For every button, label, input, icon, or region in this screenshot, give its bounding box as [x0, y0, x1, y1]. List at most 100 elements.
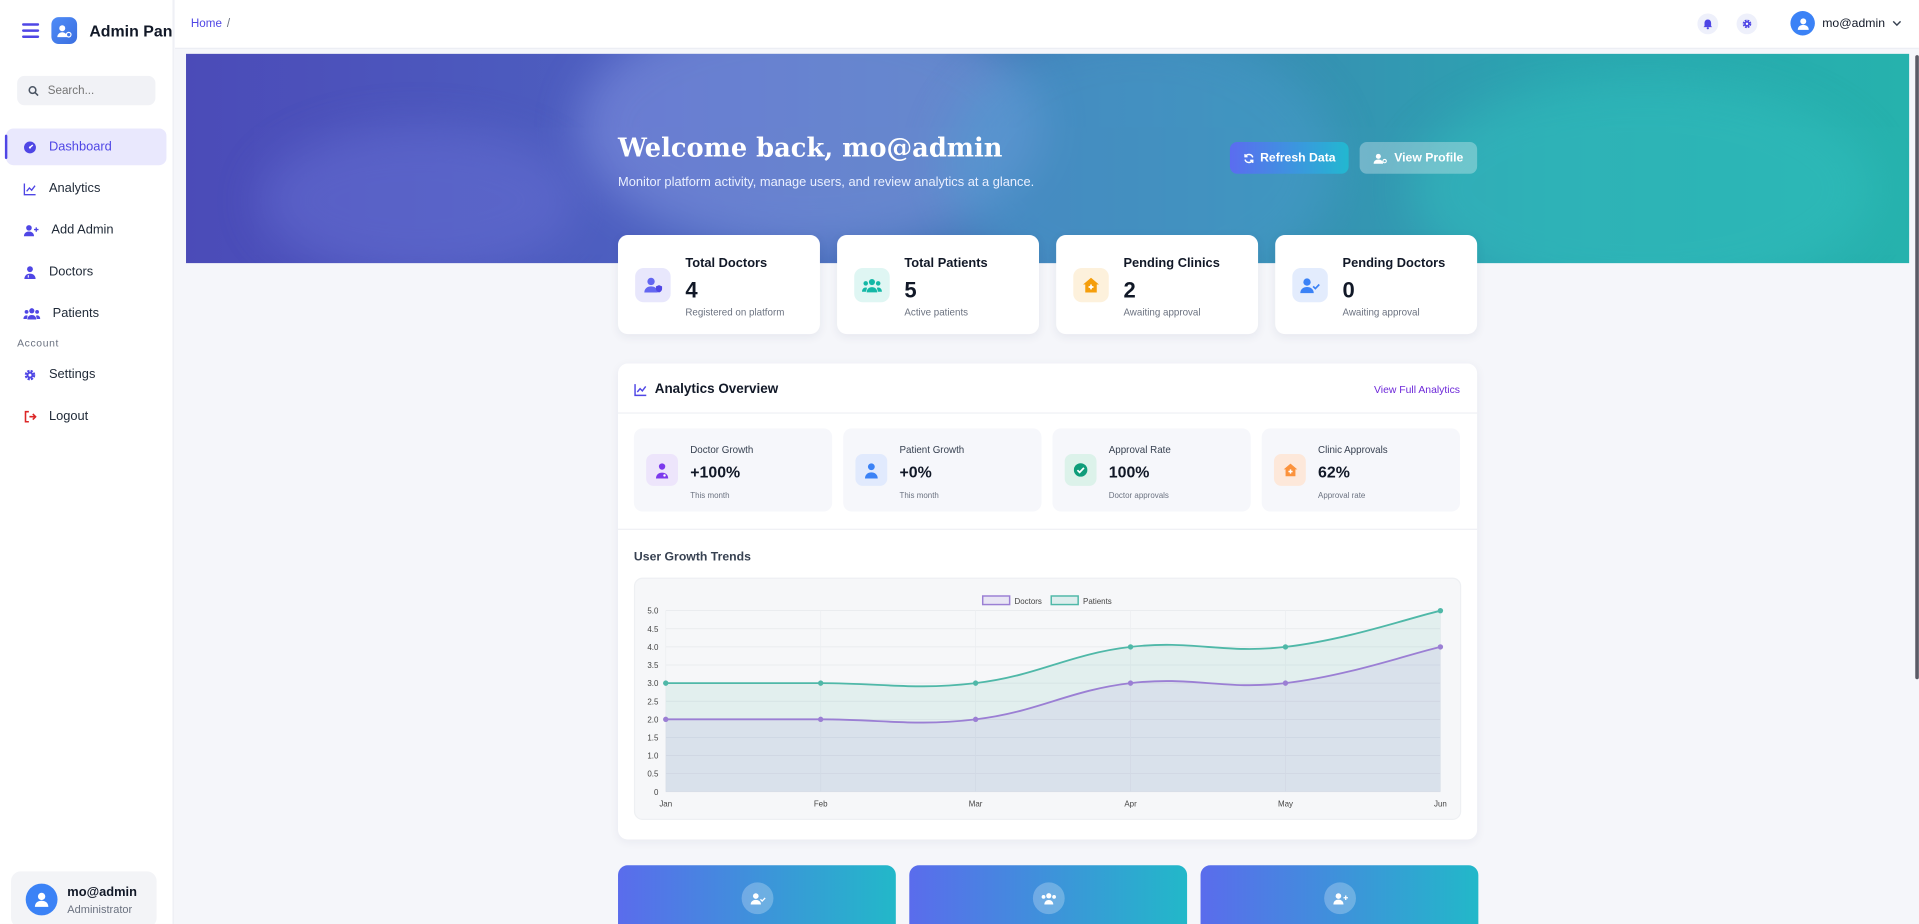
search-input[interactable] — [47, 83, 146, 98]
divider — [618, 528, 1478, 530]
stat-subtitle: Awaiting approval — [1342, 307, 1420, 319]
refresh-data-label: Refresh Data — [1260, 151, 1336, 165]
sidebar-user-card[interactable]: mo@admin Administrator — [11, 871, 157, 924]
sidebar-item-label: Patients — [52, 305, 100, 321]
analytics-overview-heading: Analytics Overview — [634, 382, 778, 397]
chart-point-doctors — [663, 716, 669, 723]
chart-line-icon — [23, 182, 36, 195]
bell-icon — [1703, 19, 1713, 30]
dashboard-icon — [24, 140, 36, 153]
stat-card-total-patients: Total Patients 5 Active patients — [837, 234, 1040, 335]
user-plus-icon — [1324, 882, 1356, 915]
quick-action-card-patients[interactable] — [909, 865, 1188, 924]
chart-point-doctors — [1282, 680, 1289, 686]
search-box[interactable] — [17, 75, 156, 106]
chart-x-tick-label: Apr — [1124, 799, 1137, 808]
metric-value: +0% — [899, 462, 932, 481]
topbar: Home / mo@admin — [175, 0, 1919, 49]
doctor-shield-icon — [635, 268, 671, 303]
chart-point-patients — [1127, 644, 1134, 650]
users-icon — [23, 307, 41, 319]
settings-button[interactable] — [1736, 13, 1758, 35]
chart-x-tick-label: Mar — [969, 799, 983, 808]
admin-logo-icon — [50, 17, 78, 45]
metric-label: Approval Rate — [1108, 444, 1171, 456]
sidebar-item-settings[interactable]: Settings — [6, 356, 166, 393]
view-profile-button[interactable]: View Profile — [1359, 141, 1478, 174]
legend-swatch-patients — [1050, 595, 1079, 606]
quick-action-card-doctors[interactable] — [618, 865, 896, 924]
sidebar-item-analytics[interactable]: Analytics — [6, 170, 166, 207]
view-full-analytics-link[interactable]: View Full Analytics — [1374, 383, 1460, 395]
user-growth-chart: 0 0.5 1.0 1.5 2.0 2.5 3.0 3.5 4.0 4.5 5.0 Jan Feb Mar… — [647, 595, 1447, 808]
gear-icon — [24, 369, 36, 380]
stat-title: Total Patients — [904, 255, 988, 271]
stat-subtitle: Active patients — [904, 307, 969, 319]
user-icon — [855, 454, 888, 486]
sidebar-item-dashboard[interactable]: Dashboard — [4, 128, 167, 166]
metric-label: Patient Growth — [899, 444, 965, 456]
refresh-icon — [1243, 153, 1254, 163]
chart-x-tick-label: May — [1278, 799, 1293, 808]
chart-y-tick-label: 1.0 — [647, 752, 659, 761]
chart-point-doctors — [972, 716, 979, 723]
metric-label: Doctor Growth — [690, 444, 754, 456]
chart-x-tick-label: Feb — [814, 799, 828, 808]
chart-point-patients — [1437, 607, 1444, 614]
clinic-icon — [1273, 454, 1306, 486]
chart-point-patients — [1282, 644, 1289, 650]
legend-label-doctors: Doctors — [1015, 597, 1042, 606]
user-plus-icon — [23, 224, 39, 236]
avatar — [1790, 11, 1815, 36]
stat-card-pending-doctors: Pending Doctors 0 Awaiting approval — [1275, 234, 1478, 335]
hero-title: Welcome back, mo@admin — [618, 132, 1003, 163]
chart-point-doctors — [1437, 644, 1444, 650]
notifications-button[interactable] — [1697, 13, 1719, 35]
quick-action-card-add-admin[interactable] — [1200, 865, 1479, 924]
sidebar-item-label: Add Admin — [51, 222, 114, 238]
sidebar-header: Admin Panel — [0, 0, 173, 61]
menu-toggle-icon[interactable] — [22, 23, 39, 38]
breadcrumb-home[interactable]: Home — [191, 17, 222, 30]
legend-swatch-doctors — [981, 595, 1011, 606]
chart-y-tick-label: 0 — [654, 788, 659, 797]
chart-y-tick-label: 2.0 — [647, 715, 659, 724]
hero-banner: Welcome back, mo@admin Monitor platform … — [186, 53, 1910, 264]
sidebar: Admin Panel Dashboard Analytics Add Admi… — [0, 0, 174, 924]
metric-subtitle: Approval rate — [1318, 491, 1366, 501]
chart-point-doctors — [1127, 680, 1134, 686]
view-profile-label: View Profile — [1394, 151, 1464, 165]
metric-subtitle: Doctor approvals — [1108, 491, 1169, 501]
avatar — [25, 883, 58, 916]
stat-value: 4 — [685, 277, 698, 303]
users-icon — [1032, 882, 1065, 915]
refresh-data-button[interactable]: Refresh Data — [1229, 141, 1349, 174]
sidebar-item-add-admin[interactable]: Add Admin — [6, 212, 166, 249]
sidebar-item-label: Analytics — [48, 181, 101, 196]
stat-title: Pending Doctors — [1342, 255, 1446, 271]
chart-y-tick-label: 4.0 — [647, 643, 659, 652]
metric-card-approval-rate: Approval Rate 100% Doctor approvals — [1052, 428, 1251, 512]
clinic-icon — [1073, 268, 1109, 303]
scrollbar-thumb[interactable] — [1915, 55, 1919, 680]
doctor-icon — [24, 265, 36, 279]
legend-label-patients: Patients — [1083, 597, 1112, 606]
topbar-user-menu[interactable]: mo@admin — [1790, 11, 1902, 36]
breadcrumb: Home / — [191, 17, 230, 30]
chart-y-tick-label: 1.5 — [647, 734, 659, 743]
stat-subtitle: Registered on platform — [685, 307, 785, 319]
stat-value: 5 — [904, 277, 917, 303]
users-icon — [854, 268, 890, 303]
sidebar-item-patients[interactable]: Patients — [6, 295, 166, 332]
sidebar-item-label: Settings — [48, 367, 96, 382]
chart-y-tick-label: 2.5 — [647, 697, 659, 706]
user-check-icon — [1292, 268, 1328, 303]
metric-value: 62% — [1318, 462, 1350, 481]
metric-card-patient-growth: Patient Growth +0% This month — [843, 428, 1042, 512]
sidebar-item-doctors[interactable]: Doctors — [6, 253, 166, 290]
metric-value: +100% — [690, 462, 741, 481]
user-gear-icon — [1373, 153, 1388, 164]
sidebar-item-logout[interactable]: Logout — [6, 398, 166, 435]
sidebar-nav: Dashboard Analytics Add Admin Doctors Pa… — [0, 128, 173, 434]
sidebar-item-label: Doctors — [48, 264, 94, 280]
